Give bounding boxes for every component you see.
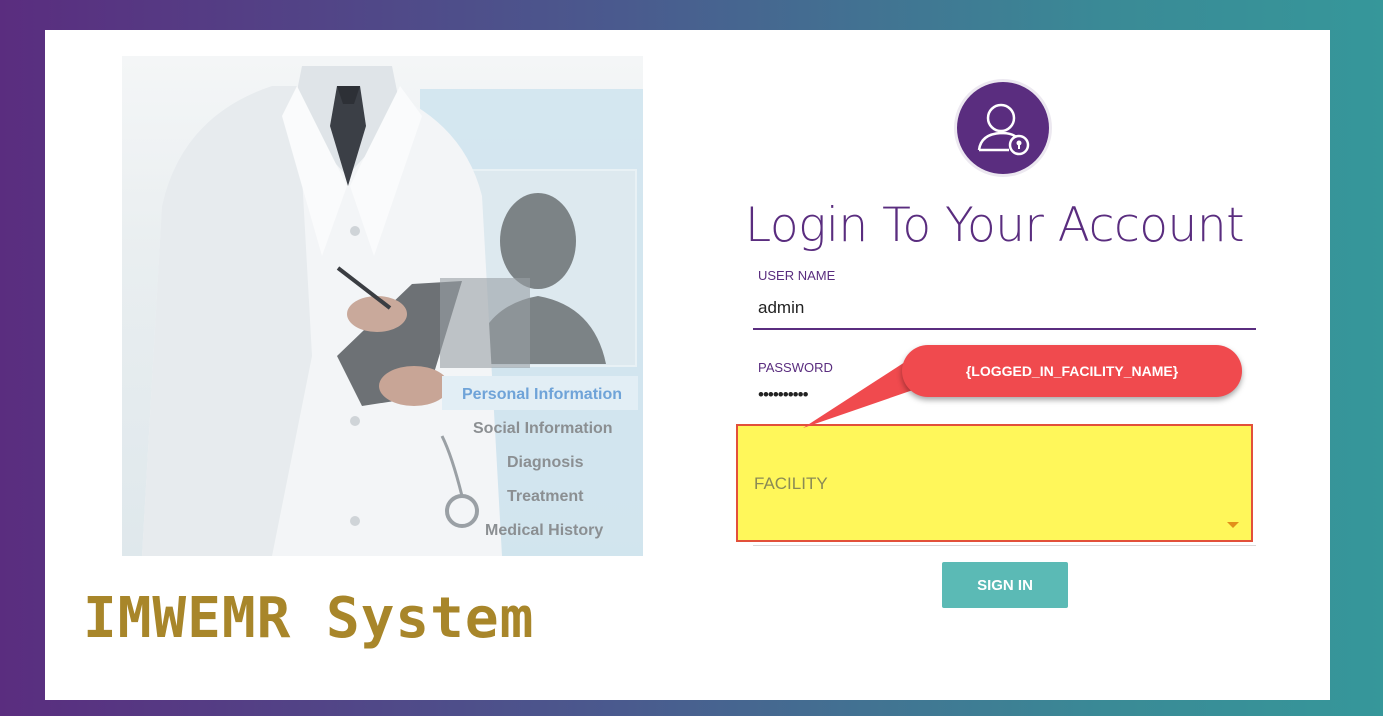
illus-menu-medical-history: Medical History (485, 522, 604, 539)
callout-pointer (803, 362, 913, 428)
facility-callout: {LOGGED_IN_FACILITY_NAME} (902, 345, 1242, 397)
facility-select[interactable]: FACILITY (736, 424, 1253, 542)
illus-menu-treatment: Treatment (507, 488, 584, 505)
sign-in-button[interactable]: SIGN IN (942, 562, 1068, 608)
illus-menu-personal-information: Personal Information (462, 386, 623, 403)
facility-label: FACILITY (754, 474, 828, 493)
user-lock-icon (957, 82, 1049, 174)
login-card: Personal Information Social Information … (45, 30, 1330, 700)
username-underline (753, 328, 1256, 330)
caret-down-icon[interactable] (1227, 522, 1239, 528)
brand-title: IMWEMR System (83, 586, 535, 651)
doctor-image (142, 66, 643, 556)
username-field[interactable]: admin (758, 298, 804, 318)
illus-menu-social-information: Social Information (473, 420, 613, 437)
login-title: Login To Your Account (745, 198, 1245, 253)
facility-underline (753, 545, 1256, 546)
doctor-illustration: Personal Information Social Information … (122, 56, 643, 556)
illus-menu-diagnosis: Diagnosis (507, 454, 584, 471)
username-label: USER NAME (758, 268, 836, 283)
